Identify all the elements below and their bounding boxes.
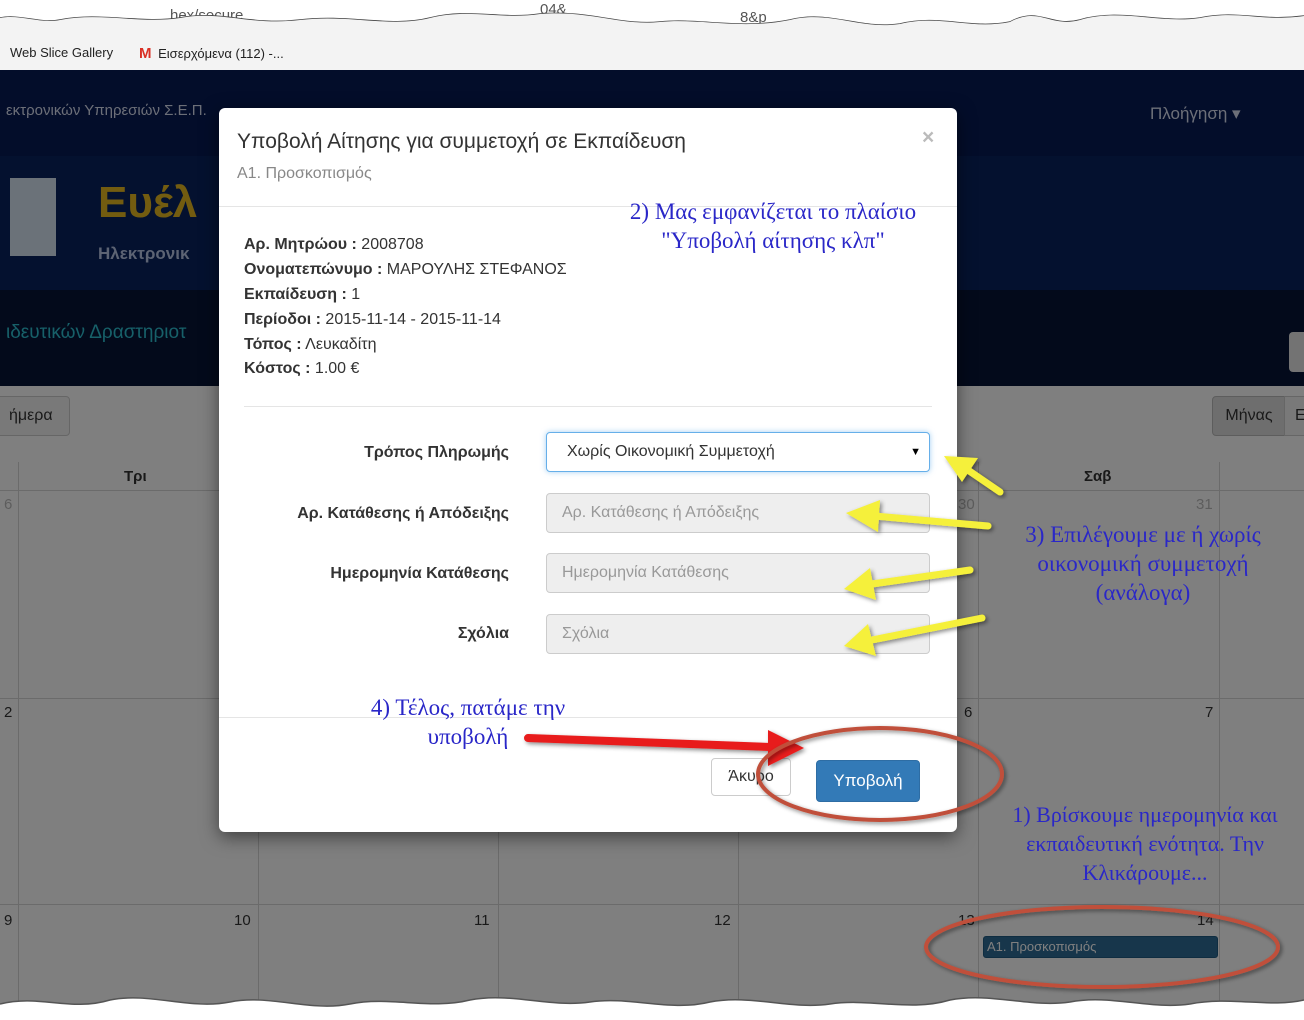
annotation-step-1: 1) Βρίσκουμε ημερομηνία και εκπαιδευτική… — [986, 800, 1304, 887]
annotation-line: "Υποβολή αίτησης κλπ" — [661, 228, 885, 253]
info-label: Ονοματεπώνυμο : — [244, 261, 383, 278]
info-registry-number: Αρ. Μητρώου : 2008708 — [244, 236, 424, 254]
torn-edge-top: hex/secure 04& 8&p — [0, 0, 1304, 36]
info-label: Περίοδοι : — [244, 311, 321, 328]
payment-method-label: Τρόπος Πληρωμής — [364, 444, 509, 461]
info-value: 1.00 € — [310, 360, 360, 377]
bookmark-gmail[interactable]: M Εισερχόμενα (112) -... — [139, 45, 284, 62]
select-caret-icon: ▼ — [910, 446, 921, 458]
deposit-date-input[interactable]: Ημερομηνία Κατάθεσης — [546, 553, 930, 593]
info-cost: Κόστος : 1.00 € — [244, 360, 359, 378]
deposit-date-label: Ημερομηνία Κατάθεσης — [330, 565, 509, 582]
info-value: 2015-11-14 - 2015-11-14 — [320, 311, 501, 328]
annotation-line: 3) Επιλέγουμε με ή χωρίς — [1025, 522, 1261, 547]
annotation-line: υποβολή — [427, 724, 509, 749]
modal-subtitle: Α1. Προσκοπισμός — [237, 165, 372, 182]
deposit-number-input[interactable]: Αρ. Κατάθεσης ή Απόδειξης — [546, 493, 930, 533]
close-icon[interactable]: × — [922, 126, 934, 150]
bookmarks-bar: Web Slice Gallery M Εισερχόμενα (112) -.… — [0, 36, 1304, 71]
submit-button[interactable]: Υποβολή — [816, 760, 920, 802]
payment-method-value: Χωρίς Οικονομική Συμμετοχή — [567, 443, 775, 460]
torn-edge-bottom — [0, 997, 1304, 1020]
annotation-line: 2) Μας εμφανίζεται το πλαίσιο — [629, 199, 917, 224]
comments-input[interactable]: Σχόλια — [546, 614, 930, 654]
annotation-step-4: 4) Τέλος, πατάμε την υποβολή — [350, 693, 586, 751]
info-value: 2008708 — [356, 236, 424, 253]
info-full-name: Ονοματεπώνυμο : ΜΑΡΟΥΛΗΣ ΣΤΕΦΑΝΟΣ — [244, 261, 567, 279]
comments-label: Σχόλια — [457, 625, 509, 642]
info-training: Εκπαίδευση : 1 — [244, 286, 360, 304]
annotation-line: Κλικάρουμε... — [1082, 860, 1208, 885]
info-label: Κόστος : — [244, 360, 311, 377]
annotation-step-3: 3) Επιλέγουμε με ή χωρίς οικονομική συμμ… — [1000, 520, 1286, 607]
bookmark-web-slice-gallery[interactable]: Web Slice Gallery — [10, 45, 113, 60]
modal-title: Υποβολή Αίτησης για συμμετοχή σε Εκπαίδε… — [237, 130, 686, 153]
payment-method-select[interactable]: Χωρίς Οικονομική Συμμετοχή ▼ — [546, 432, 930, 472]
info-value: ΜΑΡΟΥΛΗΣ ΣΤΕΦΑΝΟΣ — [382, 261, 567, 278]
bookmark-gmail-label: Εισερχόμενα (112) -... — [158, 46, 284, 61]
annotation-line: 1) Βρίσκουμε ημερομηνία και — [1012, 802, 1278, 827]
info-label: Τόπος : — [244, 336, 302, 353]
info-value: Λευκαδίτη — [301, 336, 377, 353]
annotation-line: εκπαιδευτική ενότητα. Την — [1026, 831, 1264, 856]
info-label: Εκπαίδευση : — [244, 286, 347, 303]
gmail-m-icon: M — [139, 45, 152, 62]
annotation-line: (ανάλογα) — [1095, 580, 1191, 605]
info-periods: Περίοδοι : 2015-11-14 - 2015-11-14 — [244, 311, 501, 329]
annotation-line: οικονομική συμμετοχή — [1037, 551, 1249, 576]
deposit-number-label: Αρ. Κατάθεσης ή Απόδειξης — [297, 505, 509, 522]
divider — [244, 406, 932, 407]
divider — [219, 717, 957, 718]
info-place: Τόπος : Λευκαδίτη — [244, 336, 376, 354]
annotation-line: 4) Τέλος, πατάμε την — [370, 695, 566, 720]
info-value: 1 — [346, 286, 361, 303]
info-label: Αρ. Μητρώου : — [244, 236, 357, 253]
cancel-button[interactable]: Άκυρο — [711, 758, 791, 796]
annotation-step-2: 2) Μας εμφανίζεται το πλαίσιο "Υποβολή α… — [610, 197, 936, 255]
